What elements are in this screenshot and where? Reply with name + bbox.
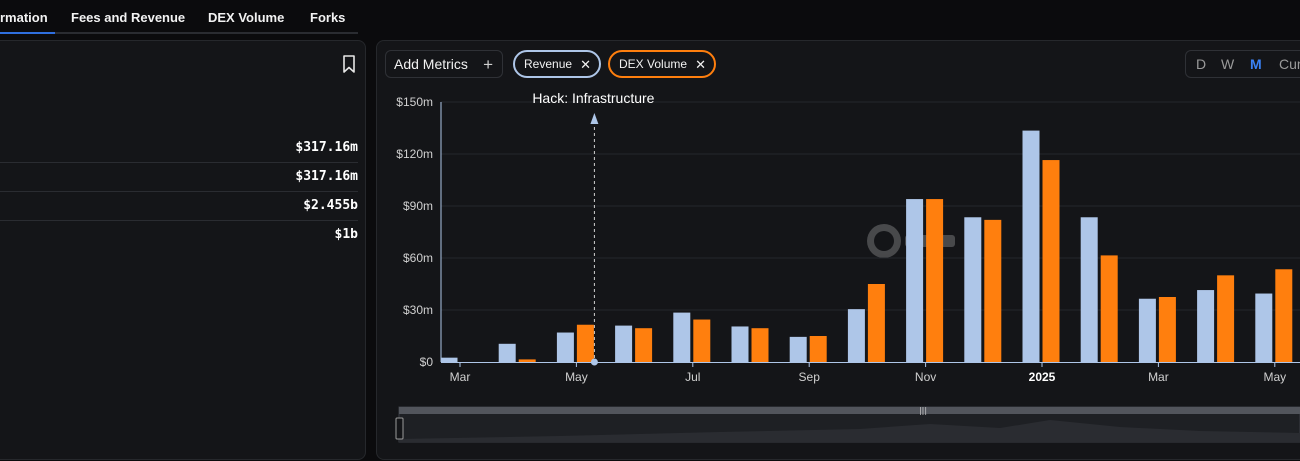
arrow-up-icon <box>590 113 599 124</box>
x-tick-label: Jul <box>685 370 700 384</box>
x-tick-label: May <box>565 370 588 384</box>
x-tick-label: May <box>1263 370 1286 384</box>
bar-revenue[interactable] <box>556 332 574 362</box>
bar-revenue[interactable] <box>731 326 749 362</box>
bar-revenue[interactable] <box>964 217 982 362</box>
bar-revenue[interactable] <box>440 357 458 362</box>
range-brush[interactable]: ||| <box>395 406 1300 443</box>
y-tick-label: $90m <box>403 199 433 213</box>
bar-dex-volume[interactable] <box>926 199 944 362</box>
bar-dex-volume[interactable] <box>1275 269 1293 362</box>
bar-revenue[interactable] <box>847 309 865 362</box>
brush-grip-icon[interactable]: ||| <box>919 406 927 415</box>
bar-revenue[interactable] <box>615 325 633 362</box>
bar-revenue[interactable] <box>1022 130 1040 362</box>
bar-dex-volume[interactable] <box>635 328 653 362</box>
y-tick-label: $0 <box>420 355 434 369</box>
brush-selection-bar[interactable] <box>399 407 1300 414</box>
x-tick-label: Mar <box>450 370 471 384</box>
y-tick-label: $120m <box>396 147 433 161</box>
bar-dex-volume[interactable] <box>1042 160 1060 362</box>
bar-revenue[interactable] <box>789 336 807 362</box>
bar-dex-volume[interactable] <box>1217 275 1235 362</box>
bar-chart: $0 $30m $60m $90m $120m $150m Mar May Jul Sep Nov… <box>395 90 1300 443</box>
bar-revenue[interactable] <box>673 312 691 362</box>
bar-revenue[interactable] <box>498 343 516 362</box>
bar-revenue[interactable] <box>1255 293 1273 362</box>
bar-dex-volume[interactable] <box>867 284 885 362</box>
annotation-marker[interactable] <box>590 358 598 366</box>
bar-dex-volume[interactable] <box>518 359 536 362</box>
x-tick-label: Nov <box>915 370 936 384</box>
y-tick-label: $30m <box>403 303 433 317</box>
annotation-label: Hack: Infrastructure <box>532 90 654 106</box>
x-tick-label: 2025 <box>1029 370 1056 384</box>
bar-dex-volume[interactable] <box>1158 297 1176 362</box>
bar-dex-volume[interactable] <box>1100 255 1118 362</box>
bar-revenue[interactable] <box>906 199 924 362</box>
bar-dex-volume[interactable] <box>751 328 769 362</box>
x-tick-label: Sep <box>799 370 821 384</box>
x-tick-label: Mar <box>1148 370 1169 384</box>
bar-revenue[interactable] <box>1080 217 1098 362</box>
bar-dex-volume[interactable] <box>576 324 594 362</box>
bar-dex-volume[interactable] <box>693 319 711 362</box>
brush-handle-left[interactable] <box>395 417 404 440</box>
bar-revenue[interactable] <box>1197 290 1215 362</box>
bar-dex-volume[interactable] <box>984 219 1002 362</box>
bar-dex-volume[interactable] <box>809 336 827 362</box>
bar-revenue[interactable] <box>1138 298 1156 362</box>
y-tick-label: $150m <box>396 95 433 109</box>
y-tick-label: $60m <box>403 251 433 265</box>
